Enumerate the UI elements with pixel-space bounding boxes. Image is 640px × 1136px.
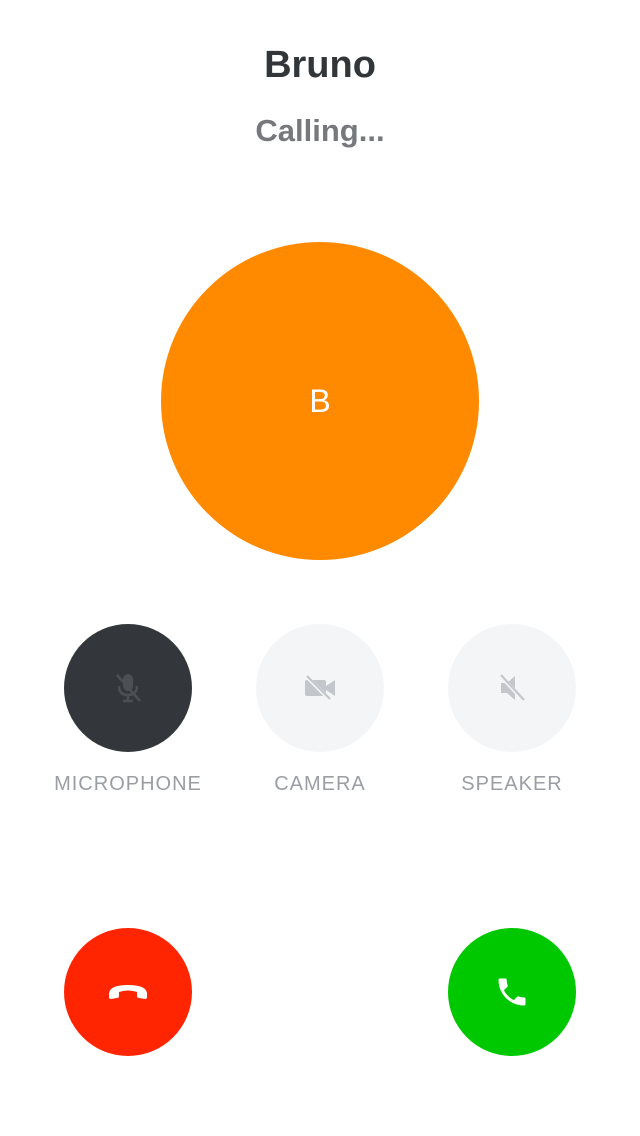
microphone-off-icon bbox=[113, 671, 143, 705]
avatar-initial: B bbox=[309, 383, 331, 419]
speaker-label: SPEAKER bbox=[461, 773, 563, 795]
speaker-control: SPEAKER bbox=[412, 624, 612, 796]
accept-call-button[interactable] bbox=[448, 928, 576, 1056]
call-screen: Bruno Calling... B MICROPHONE CAMERA SPE… bbox=[0, 0, 640, 1136]
camera-off-icon bbox=[303, 674, 337, 702]
speaker-off-icon bbox=[497, 672, 527, 704]
call-status: Calling... bbox=[255, 113, 385, 148]
microphone-toggle-button[interactable] bbox=[64, 624, 192, 752]
hang-up-icon bbox=[106, 982, 150, 1002]
avatar: B bbox=[161, 242, 479, 560]
decline-call-button[interactable] bbox=[64, 928, 192, 1056]
caller-name: Bruno bbox=[264, 44, 376, 86]
camera-toggle-button[interactable] bbox=[256, 624, 384, 752]
phone-icon bbox=[494, 974, 530, 1010]
microphone-control: MICROPHONE bbox=[28, 624, 228, 796]
camera-label: CAMERA bbox=[274, 773, 366, 795]
camera-control: CAMERA bbox=[220, 624, 420, 796]
speaker-toggle-button[interactable] bbox=[448, 624, 576, 752]
microphone-label: MICROPHONE bbox=[54, 773, 202, 795]
